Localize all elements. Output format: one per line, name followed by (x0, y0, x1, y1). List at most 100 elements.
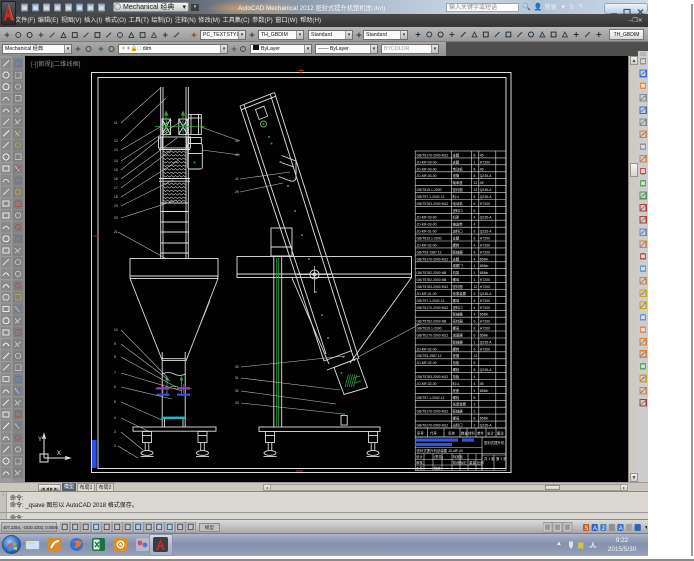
svg-text:螺栓: 螺栓 (453, 395, 460, 400)
svg-text:1: 1 (474, 160, 476, 164)
svg-text:Q235-A: Q235-A (480, 216, 492, 220)
svg-text:9: 9 (114, 342, 116, 346)
svg-text:密封式提升机: 密封式提升机 (484, 440, 505, 445)
svg-text:6: 6 (474, 209, 476, 213)
svg-text:41: 41 (235, 177, 239, 181)
svg-text:15: 15 (114, 168, 118, 172)
svg-text:J: J (602, 526, 605, 532)
svg-text:底座: 底座 (453, 388, 460, 393)
svg-text:42: 42 (235, 139, 239, 143)
svg-text:密封式提升机总装图 JD-MF-00: 密封式提升机总装图 JD-MF-00 (417, 448, 464, 453)
svg-text:2: 2 (474, 424, 476, 428)
svg-text:GB/T5783-2000 M12: GB/T5783-2000 M12 (417, 285, 449, 289)
svg-text:4: 4 (474, 257, 476, 261)
svg-text:张紧装置: 张紧装置 (453, 291, 467, 296)
svg-text:65Mn: 65Mn (480, 389, 489, 393)
svg-text:GB/T819.1-2000: GB/T819.1-2000 (417, 327, 442, 331)
svg-text:GB/T819.1-2000: GB/T819.1-2000 (417, 237, 442, 241)
svg-text:10: 10 (114, 328, 118, 332)
svg-text:4: 4 (474, 243, 476, 247)
svg-text:GB/T93-1987 12: GB/T93-1987 12 (417, 250, 442, 254)
svg-text:8: 8 (474, 361, 476, 365)
svg-text:轴承座: 轴承座 (453, 180, 464, 185)
svg-text:GB/T819.1-2000: GB/T819.1-2000 (417, 188, 442, 192)
svg-text:65Mn: 65Mn (480, 264, 489, 268)
svg-text:12: 12 (474, 181, 478, 185)
svg-text:4: 4 (474, 313, 476, 317)
svg-text:序号: 序号 (417, 431, 424, 436)
svg-text:HT200: HT200 (480, 320, 490, 324)
svg-text:5: 5 (114, 400, 116, 404)
svg-text:工艺: 工艺 (416, 466, 423, 471)
svg-text:滚筒: 滚筒 (453, 173, 460, 178)
svg-text:11: 11 (114, 121, 118, 125)
svg-text:6: 6 (474, 320, 476, 324)
svg-text:密封圈: 密封圈 (453, 187, 464, 192)
svg-text:12: 12 (474, 285, 478, 289)
svg-text:螺栓: 螺栓 (453, 242, 460, 247)
svg-text:螺母: 螺母 (453, 416, 460, 421)
svg-text:HT200: HT200 (480, 327, 490, 331)
svg-text:4: 4 (474, 223, 476, 227)
svg-text:支腿: 支腿 (453, 152, 460, 157)
svg-text:GB/T5782-2000 M8: GB/T5782-2000 M8 (417, 278, 447, 282)
svg-text:挡板: 挡板 (453, 374, 460, 379)
svg-text:HT200: HT200 (480, 347, 490, 351)
svg-text:设计: 设计 (416, 454, 423, 459)
svg-text:支腿: 支腿 (453, 236, 460, 241)
svg-text:4: 4 (474, 389, 476, 393)
svg-text:65Mn: 65Mn (480, 257, 489, 261)
svg-text:GB/T6170-2000 M12: GB/T6170-2000 M12 (417, 424, 449, 428)
svg-text:HT200: HT200 (480, 306, 490, 310)
svg-text:4: 4 (474, 306, 476, 310)
svg-text:GB/T6170-2000 M12: GB/T6170-2000 M12 (417, 257, 449, 261)
svg-text:标准化: 标准化 (453, 454, 464, 459)
svg-text:Y: Y (38, 437, 42, 443)
svg-text:6: 6 (474, 347, 476, 351)
svg-text:18: 18 (114, 195, 118, 199)
svg-text:GB/T93-1987 12: GB/T93-1987 12 (417, 354, 442, 358)
svg-text:7: 7 (114, 371, 116, 375)
svg-text:螺母: 螺母 (453, 298, 460, 303)
svg-text:JD-MF-02-00: JD-MF-02-00 (417, 361, 437, 365)
svg-text:GB/T97.1-2002 12: GB/T97.1-2002 12 (417, 299, 445, 303)
svg-text:A: A (619, 526, 623, 532)
svg-text:8: 8 (474, 167, 476, 171)
svg-text:JD-MF-01-00: JD-MF-01-00 (417, 292, 437, 296)
svg-text:联轴器: 联轴器 (453, 339, 464, 344)
svg-text:4: 4 (474, 375, 476, 379)
svg-text:GB/T6170-2000 M12: GB/T6170-2000 M12 (417, 306, 449, 310)
svg-text:1: 1 (474, 264, 476, 268)
svg-text:21: 21 (114, 230, 118, 234)
svg-text:Q235-A: Q235-A (480, 368, 492, 372)
svg-text:X: X (57, 451, 61, 457)
svg-text:JD-MF-03-00: JD-MF-03-00 (417, 174, 437, 178)
svg-text:密封圈: 密封圈 (453, 319, 464, 324)
svg-text:HT200: HT200 (480, 278, 490, 282)
svg-text:12: 12 (474, 188, 478, 192)
svg-text:机架: 机架 (453, 270, 460, 275)
svg-text:JD-MF-03-00: JD-MF-03-00 (417, 160, 437, 164)
svg-text:密封圈: 密封圈 (453, 284, 464, 289)
svg-text:8: 8 (474, 368, 476, 372)
svg-text:6: 6 (474, 202, 476, 206)
svg-text:2: 2 (474, 410, 476, 414)
svg-text:1: 1 (474, 278, 476, 282)
svg-text:备注: 备注 (497, 431, 504, 436)
svg-text:支腿: 支腿 (453, 256, 460, 261)
svg-text:进料口: 进料口 (453, 208, 463, 213)
svg-text:JD-MF-02-00: JD-MF-02-00 (417, 347, 437, 351)
svg-text:4: 4 (114, 416, 116, 420)
svg-text:65Mn: 65Mn (480, 334, 489, 338)
svg-text:8: 8 (474, 417, 476, 421)
svg-text:代号: 代号 (430, 431, 437, 436)
svg-text:8: 8 (474, 327, 476, 331)
svg-text:3: 3 (114, 430, 116, 434)
svg-text:45: 45 (480, 153, 484, 157)
svg-text:材料: 材料 (468, 431, 475, 436)
svg-text:8: 8 (114, 355, 116, 359)
svg-text:19: 19 (114, 204, 118, 208)
svg-text:GB/T97.1-2002 12: GB/T97.1-2002 12 (417, 396, 445, 400)
svg-text:出料口: 出料口 (453, 423, 463, 428)
svg-text:支腿: 支腿 (453, 159, 460, 164)
